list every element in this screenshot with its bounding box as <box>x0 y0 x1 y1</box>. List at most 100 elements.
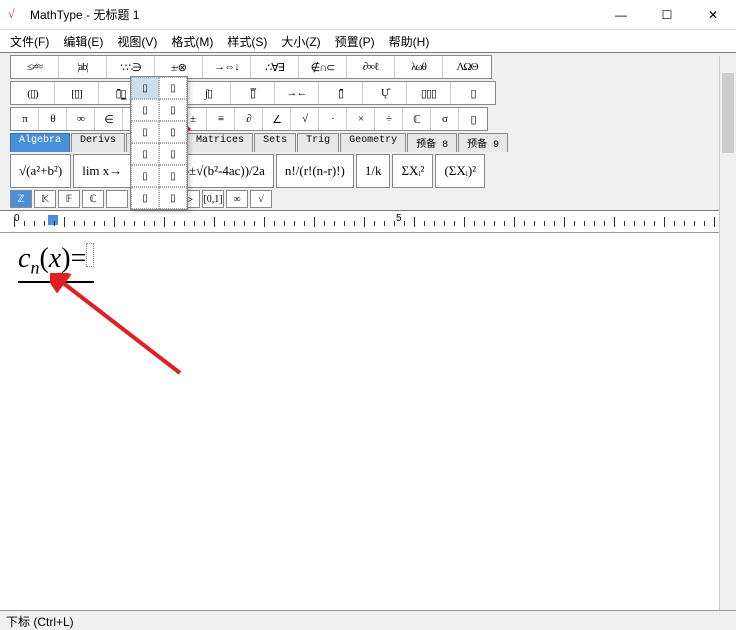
symbol-palette-button[interactable]: λωθ <box>395 56 443 78</box>
horizontal-ruler[interactable]: 0 5 <box>0 213 736 233</box>
annotation-arrow-2 <box>50 273 190 383</box>
fence-template-dropdown[interactable]: ▯▯ ▯▯ ▯▯ ▯▯ ▯▯ ▯▯ <box>130 76 188 210</box>
equation-template-button[interactable]: n!/(r!(n-r)!) <box>276 154 354 188</box>
fence-opt[interactable]: ▯ <box>159 99 187 121</box>
symbol-palette-button[interactable]: ∵∴∋ <box>107 56 155 78</box>
symbol-palette-button[interactable]: Ų̂ <box>363 82 407 104</box>
mini-toolbar-button[interactable]: ℤ <box>10 190 32 208</box>
template-tab[interactable]: Trig <box>297 133 339 152</box>
mini-toolbar-button[interactable]: √ <box>250 190 272 208</box>
app-title: MathType - 无标题 1 <box>30 6 139 23</box>
fence-opt[interactable]: ▯ <box>131 121 159 143</box>
vertical-scrollbar[interactable] <box>719 56 736 610</box>
symbol-palette-button[interactable]: →← <box>275 82 319 104</box>
symbol-palette-button[interactable]: ∈ <box>95 108 123 130</box>
symbol-palette-row-2: (▯)[▯]▯̄▯̲Σ▯∫▯▯̅→←▯̄Ų̂▯▯▯▯ <box>10 81 732 105</box>
menu-bar: 文件(F) 编辑(E) 视图(V) 格式(M) 样式(S) 大小(Z) 预置(P… <box>0 30 736 52</box>
symbol-palette-button[interactable]: ∂∞ℓ <box>347 56 395 78</box>
symbol-palette-button[interactable]: θ <box>39 108 67 130</box>
symbol-palette-button[interactable]: ≡ <box>207 108 235 130</box>
symbol-palette-button[interactable]: ∉∩⊂ <box>299 56 347 78</box>
fence-opt[interactable]: ▯ <box>131 187 159 209</box>
mini-toolbar-button[interactable]: [0,1] <box>202 190 224 208</box>
fence-opt[interactable]: ▯ <box>159 165 187 187</box>
symbol-palette-button[interactable]: ℂ <box>403 108 431 130</box>
template-row: √(a²+b²)lim x→ac(-b±√(b²-4ac))/2an!/(r!(… <box>10 154 732 188</box>
template-tab[interactable]: 预备 8 <box>407 133 457 152</box>
symbol-palette-button[interactable]: ∴∀∃ <box>251 56 299 78</box>
fence-opt[interactable]: ▯ <box>131 143 159 165</box>
ruler-label-5: 5 <box>396 213 402 224</box>
template-tab-bar: AlgebraDerivsStaticsMatricesSetsTrigGeom… <box>10 133 732 152</box>
status-text: 下标 (Ctrl+L) <box>6 615 74 629</box>
menu-size[interactable]: 大小(Z) <box>275 31 326 52</box>
template-tab[interactable]: 预备 9 <box>458 133 508 152</box>
symbol-palette-button[interactable]: ▯̅ <box>231 82 275 104</box>
maximize-button[interactable]: ☐ <box>644 0 690 30</box>
minimize-button[interactable]: — <box>598 0 644 30</box>
equation-template-button[interactable]: √(a²+b²) <box>10 154 71 188</box>
symbol-palette-button[interactable]: σ <box>431 108 459 130</box>
symbol-palette-button[interactable]: ▯ <box>451 82 495 104</box>
scrollbar-thumb[interactable] <box>722 73 734 153</box>
symbol-palette-button[interactable]: ≤≠≈ <box>11 56 59 78</box>
close-button[interactable]: ✕ <box>690 0 736 30</box>
symbol-palette-button[interactable]: [▯] <box>55 82 99 104</box>
mini-toolbar-button[interactable]: ∞ <box>226 190 248 208</box>
symbol-palette-button[interactable]: (▯) <box>11 82 55 104</box>
menu-preferences[interactable]: 预置(P) <box>329 31 381 52</box>
title-bar: √ MathType - 无标题 1 — ☐ ✕ <box>0 0 736 30</box>
symbol-palette-button[interactable]: √ <box>291 108 319 130</box>
menu-help[interactable]: 帮助(H) <box>383 31 436 52</box>
symbol-palette-button[interactable]: ∠ <box>263 108 291 130</box>
equation-template-button[interactable]: lim x→ <box>73 154 131 188</box>
menu-file[interactable]: 文件(F) <box>4 31 55 52</box>
symbol-palette-button[interactable]: ∂ <box>235 108 263 130</box>
symbol-palette-button[interactable]: ∫▯ <box>187 82 231 104</box>
menu-view[interactable]: 视图(V) <box>111 31 163 52</box>
menu-edit[interactable]: 编辑(E) <box>57 31 109 52</box>
symbol-palette-button[interactable]: ±∙⊗ <box>155 56 203 78</box>
insertion-slot[interactable] <box>86 243 94 267</box>
fence-opt[interactable]: ▯ <box>159 143 187 165</box>
symbol-palette-row-3: πθ∞∈▯≠±≡∂∠√·×÷ℂσ▯ <box>10 107 732 131</box>
symbol-palette-button[interactable]: ÷ <box>375 108 403 130</box>
equation-template-button[interactable]: 1/k <box>356 154 391 188</box>
fence-opt[interactable]: ▯ <box>131 99 159 121</box>
mini-toolbar: ℤ𝕂𝔽ℂ⊕◁▷[0,1]∞√ <box>10 190 732 208</box>
symbol-palette-button[interactable]: · <box>319 108 347 130</box>
fence-opt[interactable]: ▯ <box>159 121 187 143</box>
symbol-palette-button[interactable]: ▯̄ <box>319 82 363 104</box>
symbol-palette-button[interactable]: × <box>347 108 375 130</box>
template-tab[interactable]: Matrices <box>187 133 253 152</box>
symbol-palette-button[interactable]: →⇔↓ <box>203 56 251 78</box>
symbol-palette-row-1: ≤≠≈¦ab¦∵∴∋±∙⊗→⇔↓∴∀∃∉∩⊂∂∞ℓλωθΛΩΘ <box>10 55 732 79</box>
equation-template-button[interactable]: (ΣXᵢ)² <box>435 154 485 188</box>
symbol-palette-button[interactable]: π <box>11 108 39 130</box>
equation-template-button[interactable]: ΣXᵢ² <box>392 154 433 188</box>
equation-content[interactable]: cn(x)= <box>18 243 94 283</box>
mini-toolbar-button[interactable]: 𝕂 <box>34 190 56 208</box>
menu-format[interactable]: 格式(M) <box>165 31 219 52</box>
status-bar: 下标 (Ctrl+L) <box>0 610 736 630</box>
symbol-palette-button[interactable]: ¦ab¦ <box>59 56 107 78</box>
fence-opt[interactable]: ▯ <box>131 165 159 187</box>
fence-opt[interactable]: ▯ <box>159 187 187 209</box>
symbol-palette-button[interactable]: ▯ <box>459 108 487 130</box>
mini-toolbar-button[interactable] <box>106 190 128 208</box>
template-tab[interactable]: Algebra <box>10 133 70 152</box>
tab-stop-marker[interactable] <box>48 215 58 225</box>
template-tab[interactable]: Geometry <box>340 133 406 152</box>
template-tab[interactable]: Derivs <box>71 133 125 152</box>
mini-toolbar-button[interactable]: ℂ <box>82 190 104 208</box>
fence-opt[interactable]: ▯ <box>159 77 187 99</box>
equation-editor[interactable]: cn(x)= <box>0 233 736 585</box>
symbol-palette-button[interactable]: ΛΩΘ <box>443 56 491 78</box>
symbol-palette-button[interactable]: ▯▯▯ <box>407 82 451 104</box>
mini-toolbar-button[interactable]: 𝔽 <box>58 190 80 208</box>
app-icon: √ <box>8 7 24 23</box>
template-tab[interactable]: Sets <box>254 133 296 152</box>
fence-opt[interactable]: ▯ <box>131 77 159 99</box>
menu-style[interactable]: 样式(S) <box>221 31 273 52</box>
symbol-palette-button[interactable]: ∞ <box>67 108 95 130</box>
